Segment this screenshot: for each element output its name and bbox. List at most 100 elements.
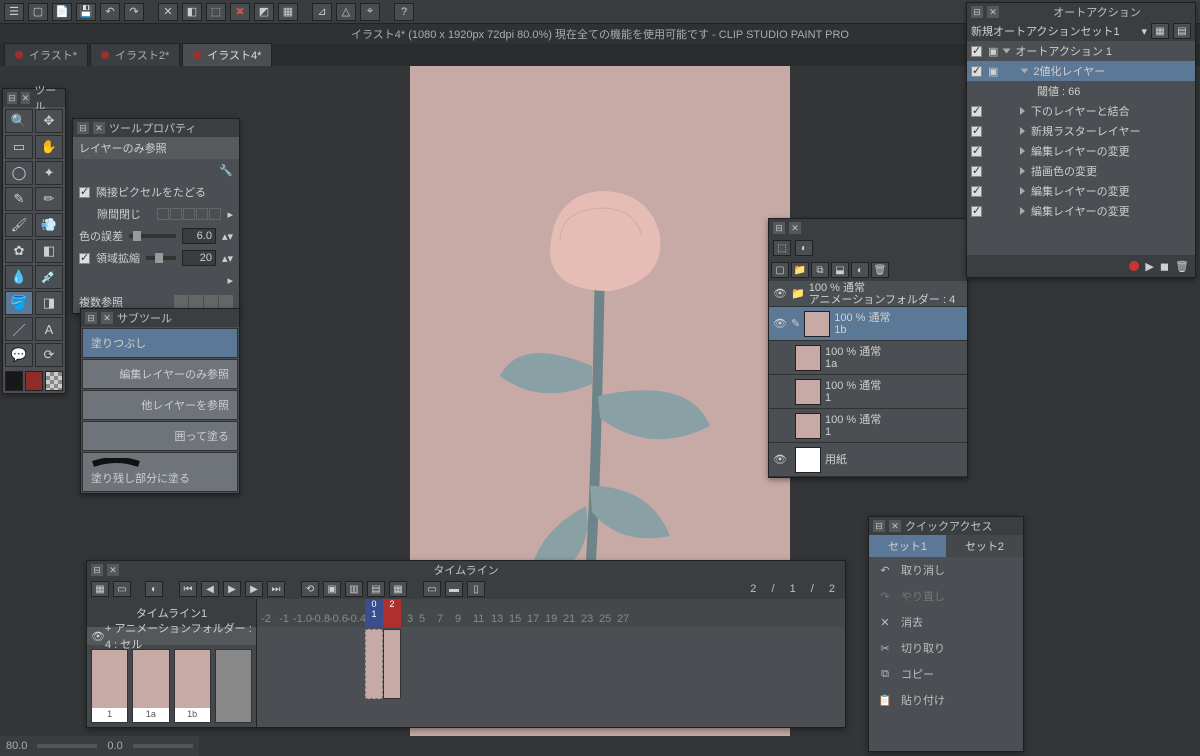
tool-deco[interactable]: ✿ [5, 239, 33, 263]
tool-line[interactable]: ／ [5, 317, 33, 341]
tl-new-icon[interactable]: ▦ [91, 581, 109, 597]
ruler2-icon[interactable]: △ [336, 3, 356, 21]
tool-wand[interactable]: ✦ [35, 161, 63, 185]
autoaction-set[interactable]: 新規オートアクションセット1 [971, 23, 1137, 39]
wrench-icon[interactable]: 🔧 [219, 164, 233, 177]
layer-1[interactable]: 100 % 通常1 [769, 409, 967, 443]
aa-add-icon[interactable]: ▦ [1151, 23, 1169, 39]
tl-clip-icon[interactable]: ▭ [113, 581, 131, 597]
tl-loop-icon[interactable]: ⟲ [301, 581, 319, 597]
qa-set1-tab[interactable]: セット1 [869, 535, 946, 557]
layer-1-dup[interactable]: 100 % 通常1 [769, 375, 967, 409]
tool-dropper[interactable]: 💉 [35, 265, 63, 289]
fg-color[interactable] [5, 371, 23, 391]
redo-icon[interactable]: ↷ [124, 3, 144, 21]
color-tol-slider[interactable] [129, 234, 176, 238]
layer-1a[interactable]: 100 % 通常1a [769, 341, 967, 375]
subtool-edit-layer[interactable]: 編集レイヤーのみ参照 [82, 359, 238, 389]
cel-1a[interactable]: 1a [132, 649, 169, 723]
aa-rec-icon[interactable] [1129, 261, 1139, 271]
color-tol-value[interactable]: 6.0 [182, 228, 216, 244]
tl-first-icon[interactable]: ⏮ [179, 581, 197, 597]
tool-eraser[interactable]: ◧ [35, 239, 63, 263]
new-icon[interactable]: ▢ [28, 3, 48, 21]
tool-moveview[interactable]: ✋ [35, 135, 63, 159]
layer-new-icon[interactable]: ▢ [771, 262, 789, 278]
tl-rec-icon[interactable]: ▣ [323, 581, 341, 597]
area-exp-check[interactable] [79, 253, 90, 264]
qa-copy[interactable]: ⧉コピー [869, 661, 1023, 687]
help-icon[interactable]: ? [394, 3, 414, 21]
layer-1b[interactable]: 👁✎ 100 % 通常1b [769, 307, 967, 341]
aa-opt-icon[interactable]: ▤ [1173, 23, 1191, 39]
bg-color[interactable] [25, 371, 43, 391]
layer-opacity-icon[interactable]: ◐ [795, 240, 813, 256]
tl-next-icon[interactable]: ▶ [245, 581, 263, 597]
adj-pixel-check[interactable] [79, 187, 90, 198]
tool-pen[interactable]: ✎ [5, 187, 33, 211]
doc-tab-1[interactable]: イラスト* [4, 43, 88, 66]
doc-tab-2[interactable]: イラスト2* [90, 43, 180, 66]
deselect-icon[interactable]: ✖ [230, 3, 250, 21]
layer-folder-icon[interactable]: 📁 [791, 262, 809, 278]
tl-cel2-icon[interactable]: ▤ [367, 581, 385, 597]
layer-dup-icon[interactable]: ⧉ [811, 262, 829, 278]
tl-onion-icon[interactable]: ◐ [145, 581, 163, 597]
qa-set2-tab[interactable]: セット2 [946, 535, 1023, 557]
area-more-icon[interactable]: ▸ [227, 274, 233, 287]
tool-fill[interactable]: 🪣 [5, 291, 33, 315]
tool-pencil[interactable]: ✏ [35, 187, 63, 211]
tl-last-icon[interactable]: ⏭ [267, 581, 285, 597]
tool-operation[interactable]: ▭ [5, 135, 33, 159]
track-eye-icon[interactable]: 👁 [91, 630, 105, 643]
qa-undo[interactable]: ↶取り消し [869, 557, 1023, 583]
qa-redo[interactable]: ↷やり直し [869, 583, 1023, 609]
qa-clear[interactable]: ✕消去 [869, 609, 1023, 635]
clear-icon[interactable]: ✕ [158, 3, 178, 21]
aa-trash-icon[interactable]: 🗑 [1175, 260, 1189, 273]
tl-prev-icon[interactable]: ◀ [201, 581, 219, 597]
open-icon[interactable]: 📄 [52, 3, 72, 21]
cel-1[interactable]: 1 [91, 649, 128, 723]
snap-icon[interactable]: ⌖ [360, 3, 380, 21]
doc-tab-3[interactable]: イラスト4* [182, 43, 272, 66]
aa-editlayer2[interactable]: 編集レイヤーの変更 [967, 181, 1195, 201]
aa-editlayer3[interactable]: 編集レイヤーの変更 [967, 201, 1195, 221]
aa-merge[interactable]: 下のレイヤーと結合 [967, 101, 1195, 121]
tool-balloon[interactable]: 💬 [5, 343, 33, 367]
cel-empty[interactable] [215, 649, 252, 723]
subtool-enclose[interactable]: 囲って塗る [82, 421, 238, 451]
cel-1b[interactable]: 1b [174, 649, 211, 723]
qa-cut[interactable]: ✂切り取り [869, 635, 1023, 661]
layer-blend-icon[interactable]: ⬚ [773, 240, 791, 256]
tl-edit3-icon[interactable]: ▯ [467, 581, 485, 597]
track-folder-label[interactable]: + アニメーションフォルダー : 4 : セル [105, 620, 252, 652]
undo-icon[interactable]: ↶ [100, 3, 120, 21]
tool-gradient[interactable]: ◨ [35, 291, 63, 315]
tl-edit2-icon[interactable]: ▬ [445, 581, 463, 597]
tool-brush[interactable]: 🖌 [5, 213, 33, 237]
layer-del-icon[interactable]: 🗑 [871, 262, 889, 278]
invert-sel-icon[interactable]: ◩ [254, 3, 274, 21]
tool-airbrush[interactable]: 💨 [35, 213, 63, 237]
transparent-color[interactable] [45, 371, 63, 391]
gap-more-icon[interactable]: ▸ [227, 208, 233, 221]
tool-lasso[interactable]: ◯ [5, 161, 33, 185]
area-exp-slider[interactable] [146, 256, 176, 260]
menu-icon[interactable]: ☰ [4, 3, 24, 21]
area-exp-value[interactable]: 20 [182, 250, 216, 266]
folder-eye-icon[interactable]: 👁 [773, 287, 787, 300]
fill-icon[interactable]: ◧ [182, 3, 202, 21]
tool-text[interactable]: A [35, 317, 63, 341]
tool-correct[interactable]: ⟳ [35, 343, 63, 367]
layer-merge-icon[interactable]: ⬓ [831, 262, 849, 278]
tool-move[interactable]: ✥ [35, 109, 63, 133]
subtool-fill[interactable]: 塗りつぶし [82, 328, 238, 358]
select-all-icon[interactable]: ⬚ [206, 3, 226, 21]
subtool-leftover[interactable]: 塗り残し部分に塗る [82, 452, 238, 492]
border-icon[interactable]: ▦ [278, 3, 298, 21]
save-icon[interactable]: 💾 [76, 3, 96, 21]
aa-drawcolor[interactable]: 描画色の変更 [967, 161, 1195, 181]
aa-editlayer1[interactable]: 編集レイヤーの変更 [967, 141, 1195, 161]
aa-play-icon[interactable]: ▶ [1145, 260, 1153, 273]
